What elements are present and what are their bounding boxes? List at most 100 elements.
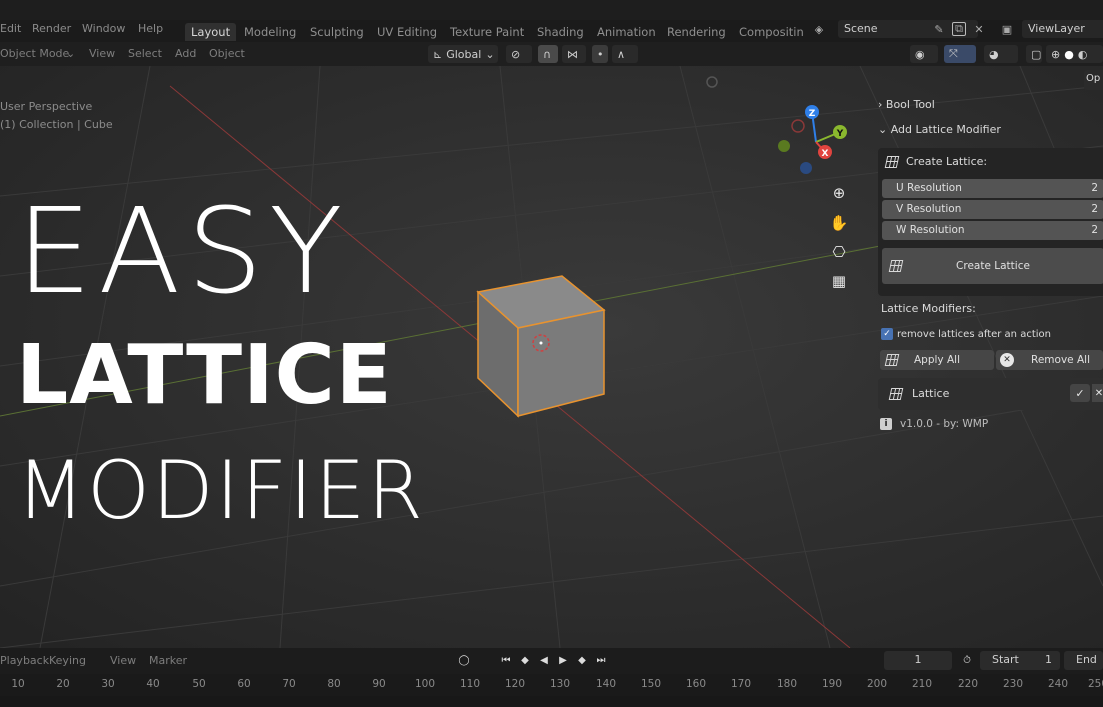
- frame-tick: 160: [685, 678, 707, 690]
- info-icon: i: [880, 418, 892, 430]
- play-icon[interactable]: ▶: [555, 652, 571, 668]
- lattice-modifiers-header: Lattice Modifiers:: [881, 302, 976, 315]
- snap-target-dropdown[interactable]: ⋈: [562, 45, 586, 63]
- xray-toggle[interactable]: ▢: [1026, 45, 1042, 63]
- view-layer-icon[interactable]: ▣: [1000, 22, 1014, 36]
- current-frame-field[interactable]: 1: [884, 651, 952, 670]
- overlay-toggle[interactable]: ◕: [984, 45, 1018, 63]
- material-icon[interactable]: ◐: [1078, 48, 1088, 61]
- tab-modeling[interactable]: Modeling: [238, 23, 302, 41]
- chevron-down-icon: ⌄: [485, 47, 495, 61]
- snap-toggle[interactable]: ∩: [538, 45, 558, 63]
- bool-tool-panel[interactable]: › Bool Tool: [878, 98, 935, 111]
- menu-edit[interactable]: Edit: [0, 22, 21, 35]
- frame-tick: 80: [327, 678, 341, 690]
- pin-icon[interactable]: ✎: [932, 22, 946, 36]
- frame-tick: 210: [911, 678, 933, 690]
- shading-modes[interactable]: ⊕ ● ◐: [1046, 45, 1103, 63]
- mode-selector[interactable]: Object Mode: [0, 47, 69, 60]
- menu-window[interactable]: Window: [82, 22, 125, 35]
- collection-info: (1) Collection | Cube: [0, 118, 113, 131]
- menu-view[interactable]: View: [89, 47, 115, 60]
- options-button[interactable]: Op: [1084, 70, 1103, 90]
- tab-layout[interactable]: Layout: [185, 23, 237, 41]
- remove-x-icon[interactable]: ✕: [1092, 384, 1103, 402]
- auto-key-icon[interactable]: ◯: [456, 652, 472, 668]
- hand-pan-icon[interactable]: ✋: [826, 210, 852, 236]
- camera-icon[interactable]: ⎔: [826, 239, 852, 265]
- apply-check-icon[interactable]: ✓: [1070, 384, 1090, 402]
- lattice-icon: [884, 354, 900, 366]
- version-info: i v1.0.0 - by: WMP: [880, 418, 988, 430]
- frame-tick: 110: [459, 678, 481, 690]
- stopwatch-icon[interactable]: ⏱: [959, 652, 975, 668]
- tab-sculpting[interactable]: Sculpting: [304, 23, 370, 41]
- frame-tick: 200: [866, 678, 888, 690]
- menu-add[interactable]: Add: [175, 47, 196, 60]
- transform-orientation-dropdown[interactable]: ⊾ Global ⌄: [428, 45, 498, 63]
- grid-view-icon[interactable]: ▦: [826, 268, 852, 294]
- add-lattice-panel[interactable]: ⌄ Add Lattice Modifier: [878, 123, 1001, 136]
- tab-compositing[interactable]: Compositing: [733, 23, 803, 41]
- menu-help[interactable]: Help: [138, 22, 163, 35]
- frame-tick: 30: [101, 678, 115, 690]
- title-line-easy: EASY: [16, 182, 349, 320]
- gizmo-icon: ⤧: [949, 47, 958, 60]
- proportional-toggle[interactable]: •: [592, 45, 608, 63]
- navigation-gizmo[interactable]: Z Y X: [776, 102, 856, 182]
- remove-all-button[interactable]: ✕ Remove All: [996, 350, 1103, 370]
- menu-marker[interactable]: Marker: [149, 654, 187, 667]
- add-lattice-label: Add Lattice Modifier: [890, 123, 1001, 136]
- tab-rendering[interactable]: Rendering: [661, 23, 732, 41]
- create-lattice-box: Create Lattice: U Resolution 2 V Resolut…: [878, 148, 1103, 296]
- apply-all-button[interactable]: Apply All: [880, 350, 994, 370]
- create-lattice-title: Create Lattice:: [906, 155, 988, 168]
- tab-texture-paint[interactable]: Texture Paint: [444, 23, 530, 41]
- w-resolution-field[interactable]: W Resolution 2: [882, 221, 1103, 240]
- scene-icon[interactable]: ◈: [812, 22, 826, 36]
- wireframe-icon[interactable]: ⊕: [1051, 48, 1060, 61]
- play-reverse-icon[interactable]: ◀: [536, 652, 552, 668]
- lattice-list-item[interactable]: Lattice ✓ ✕: [878, 378, 1103, 410]
- prev-keyframe-icon[interactable]: ◆: [517, 652, 533, 668]
- create-lattice-button[interactable]: Create Lattice: [882, 248, 1103, 284]
- snap-icon: ⋈: [567, 47, 578, 61]
- next-keyframe-icon[interactable]: ◆: [574, 652, 590, 668]
- frame-tick: 250: [1087, 678, 1103, 690]
- close-icon[interactable]: ✕: [972, 22, 986, 36]
- tab-shading[interactable]: Shading: [531, 23, 590, 41]
- v-resolution-field[interactable]: V Resolution 2: [882, 200, 1103, 219]
- visibility-dropdown[interactable]: ◉: [910, 45, 938, 63]
- menu-render[interactable]: Render: [32, 22, 71, 35]
- menu-select[interactable]: Select: [128, 47, 162, 60]
- u-resolution-label: U Resolution: [896, 182, 962, 194]
- jump-end-icon[interactable]: ⏭: [593, 652, 609, 668]
- menu-playback[interactable]: Playback: [0, 654, 49, 667]
- menu-keying[interactable]: Keying: [49, 654, 86, 667]
- title-line-lattice: LATTICE: [16, 328, 393, 423]
- gizmo-toggle[interactable]: ⤧: [944, 45, 976, 63]
- menu-timeline-view[interactable]: View: [110, 654, 136, 667]
- frame-tick: 240: [1047, 678, 1069, 690]
- tab-animation[interactable]: Animation: [591, 23, 662, 41]
- xray-icon: ▢: [1031, 47, 1042, 61]
- end-label: End: [1076, 653, 1097, 666]
- new-scene-icon[interactable]: ⧉: [952, 22, 966, 36]
- u-resolution-field[interactable]: U Resolution 2: [882, 179, 1103, 198]
- remove-lattices-option[interactable]: ✓ remove lattices after an action: [881, 328, 1051, 340]
- end-frame-field[interactable]: End: [1064, 651, 1103, 670]
- menu-object[interactable]: Object: [209, 47, 245, 60]
- falloff-dropdown[interactable]: ∧: [612, 45, 638, 63]
- checkbox-checked-icon[interactable]: ✓: [881, 328, 893, 340]
- tab-uv-editing[interactable]: UV Editing: [371, 23, 443, 41]
- current-frame-value: 1: [914, 653, 922, 666]
- w-resolution-value: 2: [1091, 224, 1098, 236]
- view-layer-selector[interactable]: ViewLayer: [1022, 20, 1103, 38]
- jump-start-icon[interactable]: ⏮: [498, 652, 514, 668]
- start-frame-field[interactable]: Start 1: [980, 651, 1060, 670]
- solid-icon[interactable]: ●: [1064, 48, 1074, 61]
- frame-tick: 220: [957, 678, 979, 690]
- pivot-point-button[interactable]: ⊘: [506, 45, 532, 63]
- start-label: Start: [992, 653, 1019, 666]
- zoom-icon[interactable]: ⊕: [826, 180, 852, 206]
